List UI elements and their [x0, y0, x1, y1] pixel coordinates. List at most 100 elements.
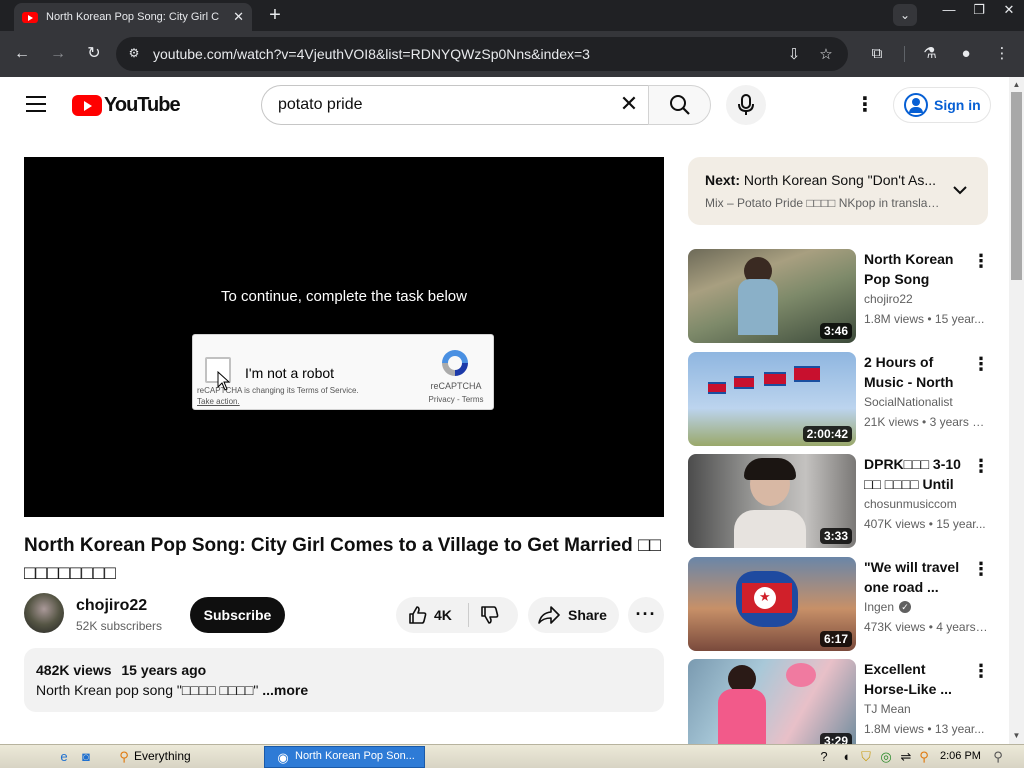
recommendation-title[interactable]: 2 Hours of Music - North ... [864, 352, 966, 392]
tab-search-chevron-icon[interactable]: ⌄ [893, 4, 917, 26]
new-tab-icon[interactable]: + [264, 4, 286, 26]
search-tray-icon[interactable]: ⚲ [916, 749, 932, 765]
age-label: 15 year... [934, 312, 985, 326]
description-box[interactable]: 482K views 15 years ago North Krean pop … [24, 648, 664, 712]
recommendation-title[interactable]: "We will travel one road ... [864, 557, 966, 597]
recommendation-item[interactable]: 3:29 Excellent Horse-Like ... TJ Mean 1.… [688, 659, 990, 753]
network-tray-icon[interactable]: ◎ [878, 749, 894, 765]
video-thumbnail[interactable]: 2:00:42 [688, 352, 856, 446]
reload-icon[interactable]: ↻ [82, 42, 106, 66]
close-tab-icon[interactable]: ✕ [233, 9, 244, 25]
recommendation-item[interactable]: 2:00:42 2 Hours of Music - North ... Soc… [688, 352, 990, 446]
apple-menu-icon[interactable] [20, 749, 36, 765]
recommendation-title[interactable]: Excellent Horse-Like ... [864, 659, 966, 699]
everything-search-icon[interactable]: ⚲ [116, 749, 132, 765]
recommendation-title[interactable]: DPRK□□□ 3-10 □□ □□□□ Until We ... [864, 454, 966, 494]
chrome-menu-icon[interactable]: ⋮ [990, 42, 1014, 66]
speaker-tray-icon[interactable]: ◖ [838, 749, 854, 765]
browser-tab-strip: North Korean Pop Song: City Girl C ✕ + ⌄… [0, 0, 1024, 31]
video-duration: 2:00:42 [802, 426, 852, 442]
like-divider [468, 603, 469, 627]
chrome-taskbar-icon: ◉ [277, 750, 289, 765]
views-label: 1.8M views [864, 312, 925, 326]
sign-in-button[interactable]: Sign in [893, 87, 991, 123]
recommendation-item[interactable]: ★ 6:17 "We will travel one road ... Inge… [688, 557, 990, 651]
description-more-link[interactable]: ...more [262, 682, 308, 698]
labs-flask-icon[interactable]: ⚗ [918, 42, 942, 66]
url-text[interactable]: youtube.com/watch?v=4VjeuthVOI8&list=RDN… [153, 46, 590, 62]
mouse-cursor-icon [217, 371, 231, 391]
search-button[interactable] [648, 85, 711, 125]
youtube-logo[interactable]: YouTube [72, 94, 181, 117]
like-count[interactable]: 4K [434, 607, 452, 623]
recommendation-menu-icon[interactable]: ⋮ [972, 456, 990, 476]
recommendation-item[interactable]: 3:33 DPRK□□□ 3-10 □□ □□□□ Until We ... c… [688, 454, 990, 548]
address-bar[interactable]: ⚙ youtube.com/watch?v=4VjeuthVOI8&list=R… [116, 37, 848, 71]
recaptcha-privacy-terms[interactable]: Privacy - Terms [421, 395, 491, 404]
share-button[interactable]: Share [528, 597, 619, 633]
video-thumbnail[interactable]: 3:33 [688, 454, 856, 548]
profile-icon[interactable]: ● [954, 42, 978, 66]
more-actions-icon[interactable]: ··· [628, 597, 664, 633]
restore-icon[interactable]: ❐ [964, 0, 994, 22]
video-thumbnail[interactable]: 3:29 [688, 659, 856, 753]
bookmark-star-icon[interactable]: ☆ [816, 45, 836, 65]
recommendation-menu-icon[interactable]: ⋮ [972, 661, 990, 681]
recommendation-title[interactable]: North Korean Pop Song "□□... [864, 249, 966, 289]
scroll-down-icon[interactable]: ▼ [1011, 731, 1022, 742]
channel-name[interactable]: chojiro22 [76, 597, 147, 615]
channel-label[interactable]: Ingen [864, 600, 894, 614]
view-count: 482K views [36, 662, 112, 678]
recommendation-channel[interactable]: Ingen ✓ [864, 600, 912, 614]
close-window-icon[interactable]: ✕ [994, 0, 1024, 22]
toolbar-divider [904, 46, 905, 62]
extensions-puzzle-icon[interactable]: ⧉ [865, 42, 889, 66]
recommendation-channel[interactable]: chosunmusiccom [864, 497, 957, 511]
voice-search-button[interactable] [726, 85, 766, 125]
recommendation-menu-icon[interactable]: ⋮ [972, 354, 990, 374]
thumbs-down-icon[interactable] [480, 605, 500, 625]
quick-launch-icon[interactable]: ◙ [78, 749, 94, 765]
recommendation-item[interactable]: 3:46 North Korean Pop Song "□□... chojir… [688, 249, 990, 343]
recommendation-menu-icon[interactable]: ⋮ [972, 559, 990, 579]
video-duration: 6:17 [819, 631, 852, 647]
site-info-icon[interactable]: ⚙ [126, 46, 142, 62]
channel-label[interactable]: SocialNationalist [864, 395, 953, 409]
settings-more-icon[interactable]: ⋮ [855, 94, 875, 116]
video-player[interactable]: To continue, complete the task below I'm… [24, 157, 664, 517]
share-label: Share [568, 607, 607, 623]
scroll-up-icon[interactable]: ▲ [1011, 80, 1022, 91]
forward-arrow-icon[interactable]: → [46, 42, 70, 66]
browser-tab-active[interactable]: North Korean Pop Song: City Girl C ✕ [14, 3, 252, 31]
everything-taskbar-label[interactable]: Everything [134, 749, 191, 763]
thumbs-up-icon[interactable] [408, 605, 428, 625]
video-thumbnail[interactable]: 3:46 [688, 249, 856, 343]
recommendation-menu-icon[interactable]: ⋮ [972, 251, 990, 271]
minimize-icon[interactable]: — [934, 0, 964, 22]
clear-search-icon[interactable]: ✕ [617, 92, 641, 116]
video-thumbnail[interactable]: ★ 6:17 [688, 557, 856, 651]
playlist-panel-header[interactable]: Next: North Korean Song "Don't As... Mix… [688, 157, 988, 225]
recommendation-channel[interactable]: SocialNationalist [864, 395, 953, 409]
channel-avatar[interactable] [24, 593, 64, 633]
help-tray-icon[interactable]: ? [816, 749, 832, 765]
shield-tray-icon[interactable]: ⛉ [858, 749, 874, 765]
search-query-text[interactable]: potato pride [278, 96, 363, 114]
connection-tray-icon[interactable]: ⇌ [898, 749, 914, 765]
back-arrow-icon[interactable]: ← [10, 42, 34, 66]
recommendation-channel[interactable]: chojiro22 [864, 292, 913, 306]
internet-explorer-icon[interactable]: e [56, 749, 72, 765]
guide-menu-icon[interactable] [26, 96, 46, 112]
channel-label[interactable]: chosunmusiccom [864, 497, 957, 511]
recommendation-channel[interactable]: TJ Mean [864, 702, 911, 716]
expand-chevron-down-icon[interactable] [952, 182, 968, 198]
taskbar-active-window[interactable]: ◉ North Korean Pop Son... [264, 746, 425, 768]
channel-label[interactable]: chojiro22 [864, 292, 913, 306]
search-input[interactable]: potato pride ✕ [261, 85, 649, 125]
channel-label[interactable]: TJ Mean [864, 702, 911, 716]
scrollbar-thumb[interactable] [1011, 92, 1022, 280]
recaptcha-take-action-link[interactable]: Take action. [197, 397, 240, 406]
search-magnifier-icon[interactable]: ⚲ [990, 749, 1006, 765]
subscribe-button[interactable]: Subscribe [190, 597, 285, 633]
install-app-icon[interactable]: ⇩ [784, 45, 804, 65]
